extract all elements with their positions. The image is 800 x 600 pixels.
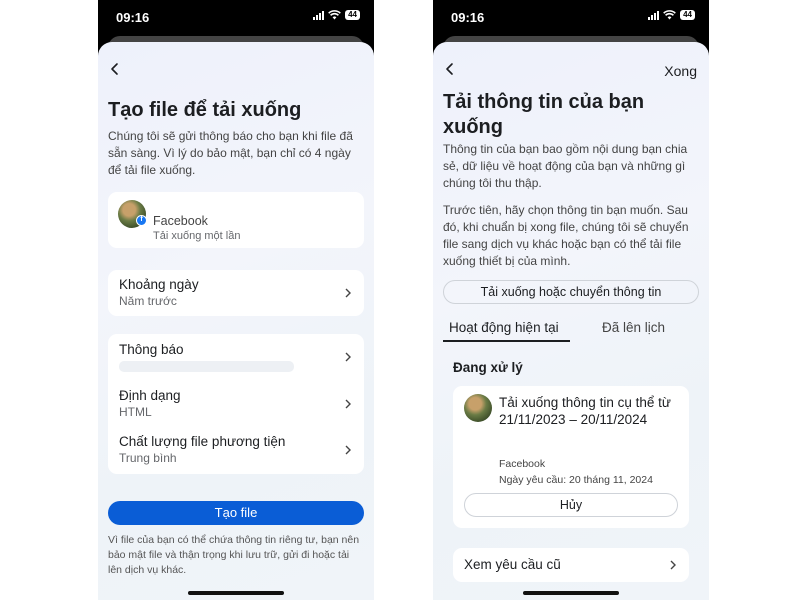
page-description: Thông tin của bạn bao gồm nội dung bạn c… [443,142,688,190]
status-time: 09:16 [451,10,485,25]
request-account: Facebook [499,458,546,470]
processing-heading: Đang xử lý [453,360,523,375]
request-date: Ngày yêu cầu: 20 tháng 11, 2024 [499,474,653,486]
page-description-2: Trước tiên, hãy chọn thông tin bạn muốn.… [443,203,689,268]
phone-screen-download-info: 09:16 44 Xong Tải thông tin của bạn xuốn… [433,0,709,600]
page-description: Chúng tôi sẽ gửi thông báo cho bạn khi f… [108,129,353,177]
date-range-card: Khoảng ngày Năm trước [108,270,364,316]
media-quality-value: Trung bình [119,451,177,465]
chevron-right-icon [345,445,351,455]
format-row[interactable]: Định dạng HTML [108,380,364,427]
date-range-value: Năm trước [119,294,177,308]
request-card: Tải xuống thông tin cụ thể từ 21/11/2023… [453,386,689,528]
avatar [464,394,492,422]
status-time: 09:16 [116,10,150,25]
notification-value-placeholder [119,361,294,372]
home-indicator [188,591,284,595]
wifi-icon [663,10,676,20]
active-tab-indicator [443,340,570,342]
request-title: Tải xuống thông tin cụ thể từ 21/11/2023… [499,395,671,427]
done-button[interactable]: Xong [664,63,697,79]
status-icons: 44 [313,10,360,20]
back-arrow-icon[interactable] [108,62,122,76]
chevron-right-icon [345,399,351,409]
chevron-right-icon [670,560,676,570]
tab-current-activity[interactable]: Hoạt động hiện tại [449,320,559,335]
account-subtitle: Tải xuống một lần [153,230,241,242]
page-title: Tạo file để tải xuống [108,99,302,121]
tab-scheduled[interactable]: Đã lên lịch [602,320,665,335]
notification-row[interactable]: Thông báo [108,334,364,380]
view-old-requests-label: Xem yêu cầu cũ [464,557,561,572]
chevron-right-icon [345,288,351,298]
home-indicator [523,591,619,595]
chevron-right-icon [345,352,351,362]
account-name: Facebook [153,214,208,228]
date-range-label: Khoảng ngày [119,277,199,292]
status-bar: 09:16 44 [433,0,709,34]
media-quality-label: Chất lượng file phương tiện [119,434,286,449]
old-requests-card: Xem yêu cầu cũ [453,548,689,582]
notification-label: Thông báo [119,342,184,357]
back-arrow-icon[interactable] [443,62,457,76]
status-bar: 09:16 44 [98,0,374,34]
create-file-button[interactable]: Tạo file [108,501,364,525]
battery-icon: 44 [680,10,695,20]
format-value: HTML [119,405,152,419]
facebook-badge-icon: f [136,215,147,226]
account-card: f Facebook Tải xuống một lần [108,192,364,248]
phone-screen-create-file: 09:16 44 Tạo file để tải xuống Chúng tôi… [98,0,374,600]
page-title: Tải thông tin của bạn xuống [443,91,645,138]
privacy-note: Vì file của bạn có thể chứa thông tin ri… [108,534,360,576]
status-icons: 44 [648,10,695,20]
date-range-row[interactable]: Khoảng ngày Năm trước [108,270,364,316]
format-label: Định dạng [119,388,181,403]
cellular-signal-icon [313,10,325,20]
settings-card: Thông báo Định dạng HTML Chất lượng file… [108,334,364,474]
battery-icon: 44 [345,10,360,20]
download-or-transfer-button[interactable]: Tải xuống hoặc chuyển thông tin [443,280,699,304]
modal-sheet: Tạo file để tải xuống Chúng tôi sẽ gửi t… [98,42,374,600]
media-quality-row[interactable]: Chất lượng file phương tiện Trung bình [108,427,364,474]
view-old-requests-row[interactable]: Xem yêu cầu cũ [453,548,689,582]
cancel-button[interactable]: Hủy [464,493,678,517]
cellular-signal-icon [648,10,660,20]
modal-sheet: Xong Tải thông tin của bạn xuống Thông t… [433,42,709,600]
wifi-icon [328,10,341,20]
